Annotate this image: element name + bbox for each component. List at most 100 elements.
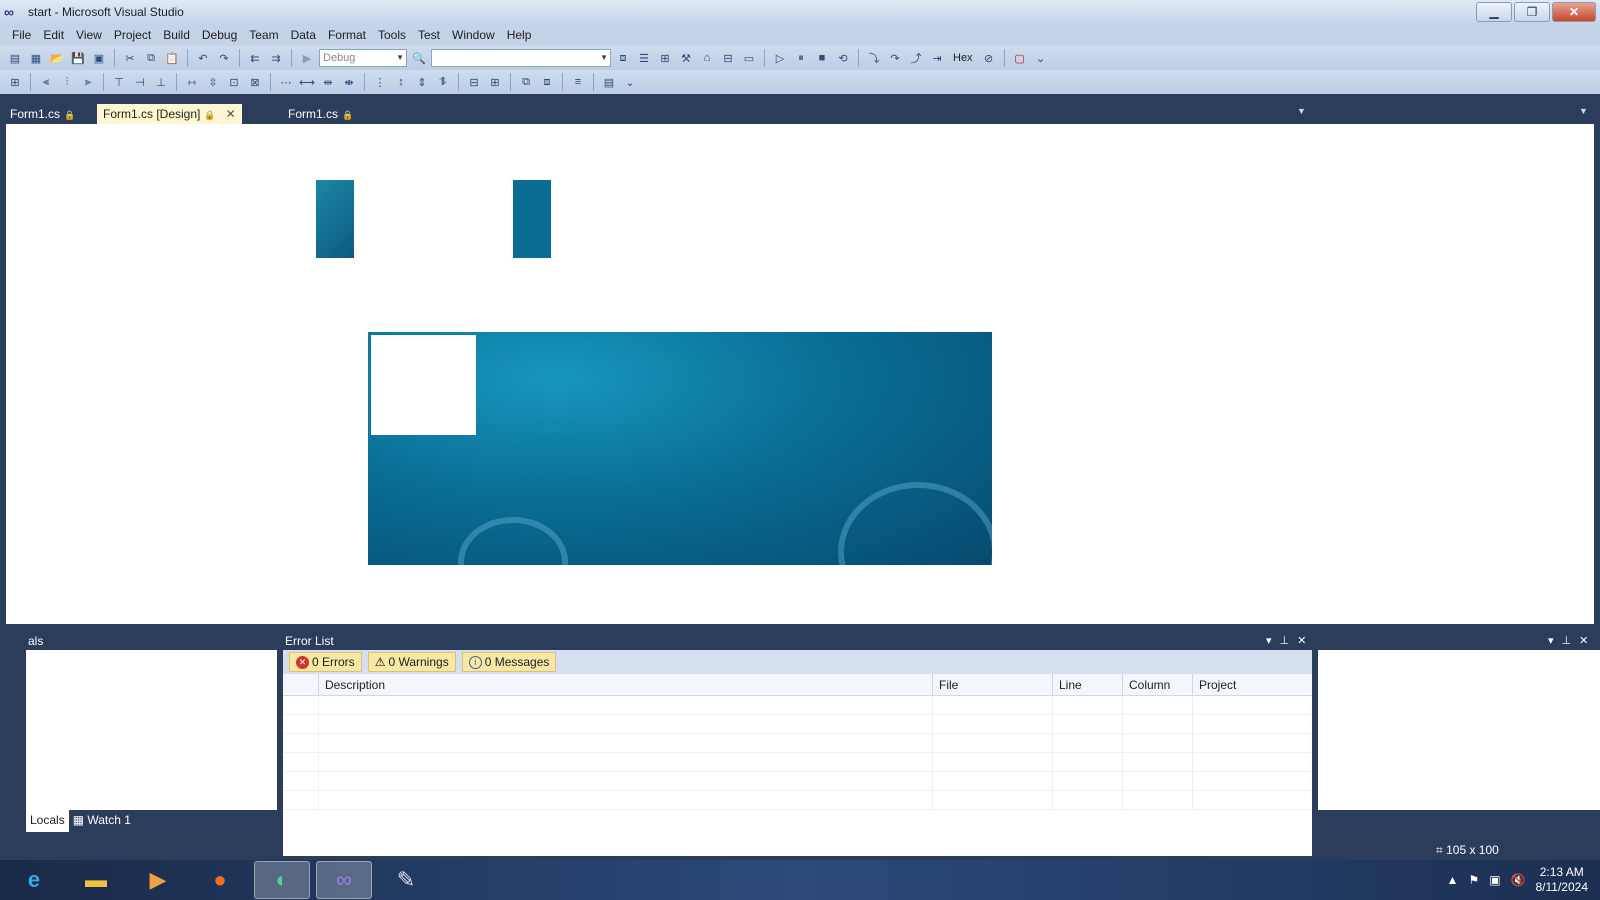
restart-icon[interactable]: ⟲ [834, 50, 852, 66]
navigate-backward-icon[interactable]: ⇇ [246, 50, 264, 66]
save-icon[interactable]: 💾 [69, 50, 87, 66]
save-all-icon[interactable]: ▣ [90, 50, 108, 66]
window-position-icon[interactable]: ▾ [1548, 634, 1554, 647]
picture-box-1[interactable] [316, 180, 354, 258]
size-to-grid-icon[interactable]: ⊠ [246, 74, 264, 90]
align-to-grid-icon[interactable]: ⊞ [6, 74, 24, 90]
align-bottoms-icon[interactable]: ⊥ [152, 74, 170, 90]
minimize-button[interactable]: ▁ [1476, 2, 1512, 22]
right-tool-window-body[interactable] [1318, 650, 1600, 810]
horizontal-spacing-decrease-icon[interactable]: ⇹ [319, 74, 337, 90]
form-design-surface[interactable] [6, 124, 1594, 624]
continue-icon[interactable]: ▷ [771, 50, 789, 66]
hex-toggle-button[interactable]: Hex [949, 52, 977, 64]
horizontal-spacing-equal-icon[interactable]: ⋯ [277, 74, 295, 90]
open-file-icon[interactable]: 📂 [48, 50, 66, 66]
column-file[interactable]: File [933, 674, 1053, 695]
firefox-icon[interactable]: ● [192, 861, 248, 899]
locals-panel-body[interactable] [26, 650, 277, 810]
menu-file[interactable]: File [6, 24, 37, 46]
column-column[interactable]: Column [1123, 674, 1193, 695]
tab-form1-design[interactable]: Form1.cs [Design] 🔒 ✕ [97, 104, 242, 124]
vertical-spacing-equal-icon[interactable]: ⋮ [371, 74, 389, 90]
horizontal-spacing-increase-icon[interactable]: ⟷ [298, 74, 316, 90]
menu-window[interactable]: Window [446, 24, 501, 46]
menu-test[interactable]: Test [412, 24, 446, 46]
navigate-forward-icon[interactable]: ⇉ [267, 50, 285, 66]
copy-icon[interactable]: ⧉ [142, 50, 160, 66]
column-project[interactable]: Project [1193, 674, 1312, 695]
properties-icon[interactable]: ☰ [635, 50, 653, 66]
add-item-icon[interactable]: ▦ [27, 50, 45, 66]
tab-order-icon[interactable]: ≡ [569, 74, 587, 90]
show-hidden-icons-icon[interactable]: ▲ [1447, 873, 1459, 887]
window-position-icon[interactable]: ▾ [1266, 634, 1272, 647]
cut-icon[interactable]: ✂ [121, 50, 139, 66]
stop-debugging-icon[interactable]: ■ [813, 50, 831, 66]
align-rights-icon[interactable]: ⫸ [79, 74, 97, 90]
horizontal-spacing-remove-icon[interactable]: ⇼ [340, 74, 358, 90]
solution-configuration-combo[interactable]: Debug ▼ [319, 49, 407, 67]
selected-picture-box[interactable] [371, 335, 476, 435]
system-clock[interactable]: 2:13 AM 8/11/2024 [1536, 865, 1589, 895]
paint-icon[interactable]: ✎ [378, 861, 434, 899]
object-browser-icon[interactable]: ⊞ [656, 50, 674, 66]
find-in-files-icon[interactable]: 🔍 [410, 50, 428, 66]
menu-help[interactable]: Help [501, 24, 538, 46]
align-tops-icon[interactable]: ⊤ [110, 74, 128, 90]
close-tab-icon[interactable]: ✕ [226, 107, 236, 121]
windows-dropdown-icon[interactable]: ▢ [1011, 50, 1029, 66]
align-middles-icon[interactable]: ⊣ [131, 74, 149, 90]
undo-icon[interactable]: ↶ [194, 50, 212, 66]
vertical-spacing-remove-icon[interactable]: ⥮ [434, 74, 452, 90]
toolbox-icon[interactable]: ⚒ [677, 50, 695, 66]
bring-to-front-icon[interactable]: ⧉ [517, 74, 535, 90]
toolbar-overflow-icon[interactable]: ⌄ [1032, 50, 1050, 66]
file-explorer-icon[interactable]: ▬ [68, 861, 124, 899]
make-same-size-icon[interactable]: ⊡ [225, 74, 243, 90]
close-panel-icon[interactable]: ✕ [1579, 634, 1588, 647]
tab-watch-1[interactable]: ▦ Watch 1 [69, 810, 135, 832]
solution-explorer-icon[interactable]: ⧈ [614, 50, 632, 66]
breakpoints-icon[interactable]: ⊘ [980, 50, 998, 66]
messages-filter-button[interactable]: i0 Messages [461, 652, 557, 672]
menu-view[interactable]: View [70, 24, 108, 46]
align-lefts-icon[interactable]: ⫷ [37, 74, 55, 90]
start-page-icon[interactable]: ⌂ [698, 50, 716, 66]
platform-combo[interactable]: ▼ [431, 49, 611, 67]
align-centers-icon[interactable]: ⫶ [58, 74, 76, 90]
menu-tools[interactable]: Tools [372, 24, 412, 46]
internet-explorer-icon[interactable]: e [6, 861, 62, 899]
step-out-icon[interactable]: ⤴ [907, 50, 925, 66]
center-vertically-icon[interactable]: ⊞ [486, 74, 504, 90]
menu-format[interactable]: Format [322, 24, 372, 46]
menu-data[interactable]: Data [285, 24, 322, 46]
pin-icon[interactable]: ⊥ [1280, 634, 1290, 647]
background-picture-box[interactable] [368, 332, 992, 565]
network-icon[interactable]: ▣ [1489, 873, 1500, 887]
close-button[interactable]: ✕ [1552, 2, 1596, 22]
step-over-icon[interactable]: ↷ [886, 50, 904, 66]
menu-debug[interactable]: Debug [196, 24, 243, 46]
pin-icon[interactable]: ⊥ [1562, 634, 1572, 647]
extension-manager-icon[interactable]: ⊟ [719, 50, 737, 66]
close-panel-icon[interactable]: ✕ [1297, 634, 1306, 647]
start-debugging-icon[interactable]: ▶ [298, 50, 316, 66]
vertical-spacing-decrease-icon[interactable]: ⇕ [413, 74, 431, 90]
toolbar-overflow-icon[interactable]: ⌄ [621, 74, 639, 90]
tab-form1-cs[interactable]: Form1.cs 🔒 [4, 104, 81, 124]
send-to-back-icon[interactable]: ⧈ [538, 74, 556, 90]
column-line[interactable]: Line [1053, 674, 1123, 695]
tab-form1-cs-2[interactable]: Form1.cs 🔒 [282, 104, 359, 124]
center-horizontally-icon[interactable]: ⊟ [465, 74, 483, 90]
paste-icon[interactable]: 📋 [163, 50, 181, 66]
column-description[interactable]: Description [319, 674, 933, 695]
redo-icon[interactable]: ↷ [215, 50, 233, 66]
show-next-statement-icon[interactable]: ⇥ [928, 50, 946, 66]
step-into-icon[interactable]: ⤵ [865, 50, 883, 66]
make-same-height-icon[interactable]: ⇳ [204, 74, 222, 90]
new-project-icon[interactable]: ▤ [6, 50, 24, 66]
media-player-icon[interactable]: ▶ [130, 861, 186, 899]
make-same-width-icon[interactable]: ⇿ [183, 74, 201, 90]
menu-project[interactable]: Project [108, 24, 157, 46]
